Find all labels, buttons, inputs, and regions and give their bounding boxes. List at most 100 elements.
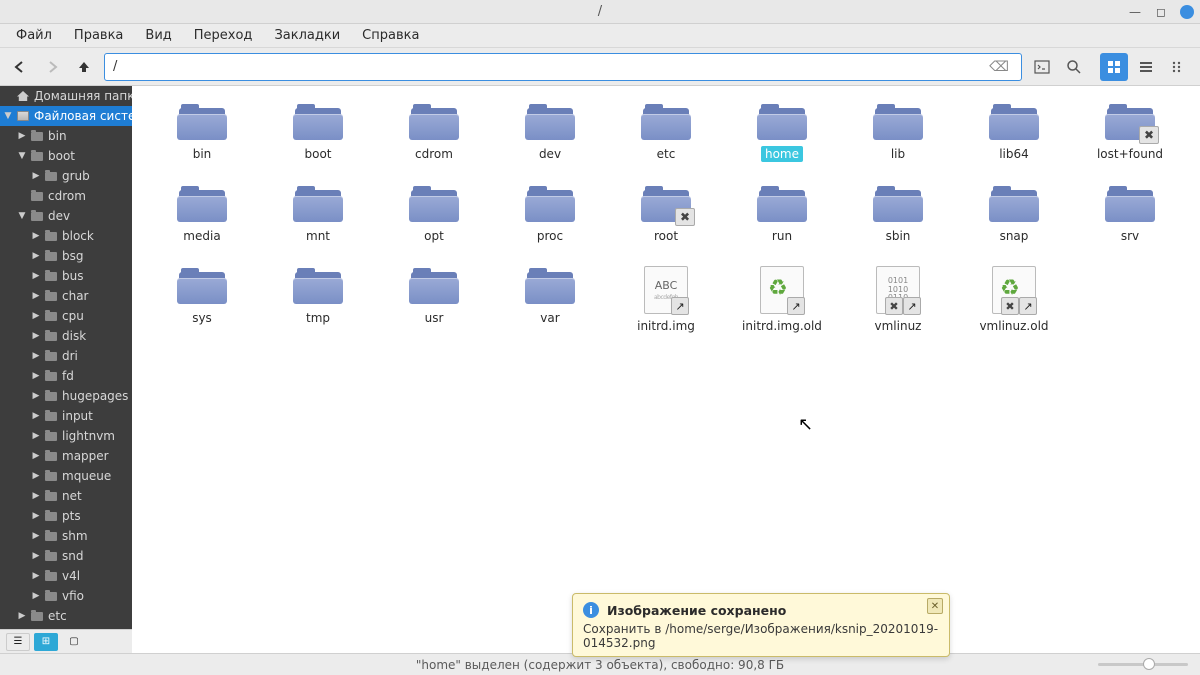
window-close-icon[interactable] (1180, 5, 1194, 19)
chevron-right-icon[interactable]: ▶ (30, 450, 42, 462)
tree-item-etc[interactable]: ▶etc (0, 606, 132, 626)
grid-item-lib[interactable]: lib (846, 98, 950, 162)
grid-item-etc[interactable]: etc (614, 98, 718, 162)
clear-path-icon[interactable]: ⌫ (985, 59, 1013, 75)
grid-item-vmlinuz[interactable]: 010110100110↗✖vmlinuz (846, 262, 950, 334)
chevron-right-icon[interactable]: ▶ (30, 270, 42, 282)
tree-item-dev[interactable]: ▼dev (0, 206, 132, 226)
view-list-button[interactable] (1132, 53, 1160, 81)
path-input[interactable] (113, 59, 985, 74)
tree-item-vfio[interactable]: ▶vfio (0, 586, 132, 606)
tree-item-mapper[interactable]: ▶mapper (0, 446, 132, 466)
chevron-right-icon[interactable]: ▶ (30, 570, 42, 582)
tree-item-Домашняя-папка[interactable]: Домашняя папка (0, 86, 132, 106)
chevron-down-icon[interactable]: ▼ (16, 210, 28, 222)
grid-item-sys[interactable]: sys (150, 262, 254, 334)
tree-item-pts[interactable]: ▶pts (0, 506, 132, 526)
menu-help[interactable]: Справка (352, 25, 429, 46)
sidebar-extra-button[interactable]: ▢ (62, 633, 86, 651)
open-terminal-button[interactable] (1030, 55, 1054, 79)
grid-item-lib64[interactable]: lib64 (962, 98, 1066, 162)
chevron-right-icon[interactable]: ▶ (30, 390, 42, 402)
grid-item-sbin[interactable]: sbin (846, 180, 950, 244)
tree-item-snd[interactable]: ▶snd (0, 546, 132, 566)
menu-file[interactable]: Файл (6, 25, 62, 46)
tree-item-shm[interactable]: ▶shm (0, 526, 132, 546)
grid-item-tmp[interactable]: tmp (266, 262, 370, 334)
grid-item-srv[interactable]: srv (1078, 180, 1182, 244)
toast-close-icon[interactable]: ✕ (927, 598, 943, 614)
zoom-slider[interactable] (1098, 657, 1188, 671)
grid-item-bin[interactable]: bin (150, 98, 254, 162)
tree-item-block[interactable]: ▶block (0, 226, 132, 246)
menu-edit[interactable]: Правка (64, 25, 133, 46)
chevron-right-icon[interactable]: ▶ (30, 490, 42, 502)
grid-item-proc[interactable]: proc (498, 180, 602, 244)
chevron-right-icon[interactable]: ▶ (30, 170, 42, 182)
window-minimize-icon[interactable]: — (1128, 5, 1142, 19)
chevron-down-icon[interactable]: ▼ (16, 150, 28, 162)
grid-item-vmlinuz-old[interactable]: ♻↗✖vmlinuz.old (962, 262, 1066, 334)
view-compact-button[interactable] (1164, 53, 1192, 81)
chevron-right-icon[interactable]: ▶ (30, 250, 42, 262)
grid-item-opt[interactable]: opt (382, 180, 486, 244)
chevron-right-icon[interactable]: ▶ (30, 530, 42, 542)
menu-view[interactable]: Вид (135, 25, 181, 46)
chevron-right-icon[interactable]: ▶ (30, 410, 42, 422)
view-icons-button[interactable] (1100, 53, 1128, 81)
tree-item-cpu[interactable]: ▶cpu (0, 306, 132, 326)
window-maximize-icon[interactable]: ◻ (1154, 5, 1168, 19)
back-button[interactable] (8, 55, 32, 79)
tree-item-bsg[interactable]: ▶bsg (0, 246, 132, 266)
grid-item-cdrom[interactable]: cdrom (382, 98, 486, 162)
path-input-box[interactable]: ⌫ (104, 53, 1022, 81)
tree-item-fd[interactable]: ▶fd (0, 366, 132, 386)
tree-item-input[interactable]: ▶input (0, 406, 132, 426)
folder-view[interactable]: binbootcdromdevetchomeliblib64✖lost+foun… (132, 86, 1200, 653)
grid-item-initrd-img-old[interactable]: ♻↗initrd.img.old (730, 262, 834, 334)
grid-item-boot[interactable]: boot (266, 98, 370, 162)
menu-bookmarks[interactable]: Закладки (264, 25, 350, 46)
chevron-right-icon[interactable]: ▶ (30, 550, 42, 562)
sidebar-tree-button[interactable]: ⊞ (34, 633, 58, 651)
grid-item-initrd-img[interactable]: ABCabcdefgh↗initrd.img (614, 262, 718, 334)
grid-item-mnt[interactable]: mnt (266, 180, 370, 244)
chevron-right-icon[interactable]: ▶ (30, 290, 42, 302)
chevron-right-icon[interactable]: ▶ (30, 470, 42, 482)
grid-item-var[interactable]: var (498, 262, 602, 334)
grid-item-lost-found[interactable]: ✖lost+found (1078, 98, 1182, 162)
chevron-right-icon[interactable]: ▶ (30, 430, 42, 442)
tree-item-disk[interactable]: ▶disk (0, 326, 132, 346)
chevron-right-icon[interactable]: ▶ (30, 230, 42, 242)
menu-go[interactable]: Переход (184, 25, 263, 46)
tree-item-grub[interactable]: ▶grub (0, 166, 132, 186)
chevron-right-icon[interactable]: ▶ (30, 330, 42, 342)
sidebar-places-button[interactable]: ☰ (6, 633, 30, 651)
tree-item-dri[interactable]: ▶dri (0, 346, 132, 366)
chevron-right-icon[interactable]: ▶ (30, 510, 42, 522)
tree-item-boot[interactable]: ▼boot (0, 146, 132, 166)
tree-item-char[interactable]: ▶char (0, 286, 132, 306)
grid-item-usr[interactable]: usr (382, 262, 486, 334)
tree-item-hugepages[interactable]: ▶hugepages (0, 386, 132, 406)
tree-item-net[interactable]: ▶net (0, 486, 132, 506)
tree-item-bus[interactable]: ▶bus (0, 266, 132, 286)
grid-item-home[interactable]: home (730, 98, 834, 162)
grid-item-run[interactable]: run (730, 180, 834, 244)
chevron-right-icon[interactable]: ▶ (30, 370, 42, 382)
tree-item-bin[interactable]: ▶bin (0, 126, 132, 146)
sidebar-tree[interactable]: Домашняя папка▼Файловая систем▶bin▼boot▶… (0, 86, 132, 653)
chevron-right-icon[interactable]: ▶ (30, 350, 42, 362)
tree-item-mqueue[interactable]: ▶mqueue (0, 466, 132, 486)
tree-item-Файловая-систем[interactable]: ▼Файловая систем (0, 106, 132, 126)
grid-item-dev[interactable]: dev (498, 98, 602, 162)
tree-item-lightnvm[interactable]: ▶lightnvm (0, 426, 132, 446)
search-button[interactable] (1062, 55, 1086, 79)
chevron-right-icon[interactable]: ▶ (16, 610, 28, 622)
chevron-right-icon[interactable]: ▶ (16, 130, 28, 142)
tree-item-v4l[interactable]: ▶v4l (0, 566, 132, 586)
chevron-right-icon[interactable]: ▶ (30, 590, 42, 602)
grid-item-snap[interactable]: snap (962, 180, 1066, 244)
chevron-right-icon[interactable]: ▶ (30, 310, 42, 322)
grid-item-root[interactable]: ✖root (614, 180, 718, 244)
